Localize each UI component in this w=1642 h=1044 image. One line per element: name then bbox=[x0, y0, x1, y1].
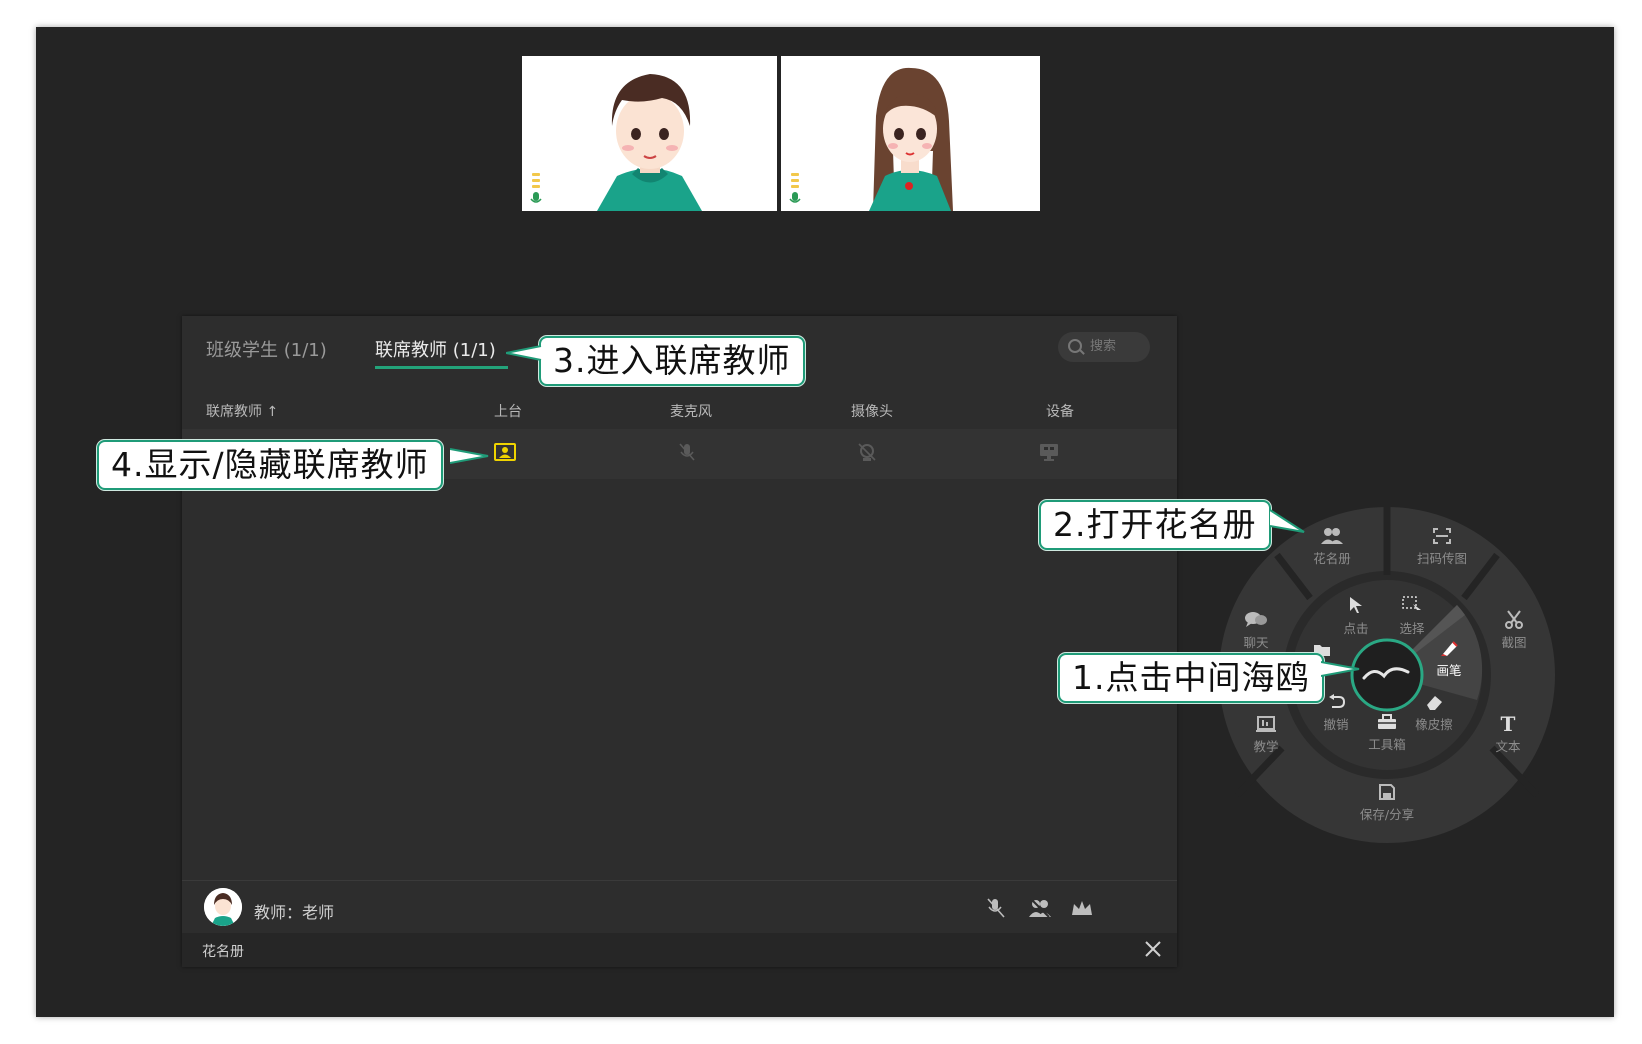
callout-step-2: 2.打开花名册 bbox=[1039, 500, 1271, 550]
column-header-device: 设备 bbox=[1046, 404, 1074, 420]
roster-title: 花名册 bbox=[202, 944, 244, 960]
mic-muted-icon[interactable] bbox=[676, 441, 698, 463]
stage-toggle-icon[interactable] bbox=[494, 441, 516, 463]
teaching-icon[interactable] bbox=[1256, 715, 1276, 733]
text-icon[interactable]: T bbox=[1501, 712, 1516, 736]
classroom-stage: 班级学生 (1/1) 联席教师 (1/1) 搜索 联席教师 ↑ 上台 麦克风 摄… bbox=[36, 27, 1614, 1017]
mute-all-icon[interactable] bbox=[984, 896, 1008, 920]
callout-tail-1 bbox=[1321, 661, 1360, 677]
teacher-name-label: 教师：老师 bbox=[254, 903, 335, 922]
roster-icon[interactable] bbox=[1320, 527, 1344, 545]
wheel-label-teaching[interactable]: 教学 bbox=[1253, 736, 1278, 755]
wheel-label-pen[interactable]: 画笔 bbox=[1436, 660, 1461, 679]
undo-icon[interactable] bbox=[1327, 694, 1345, 710]
wheel-label-eraser[interactable]: 橡皮擦 bbox=[1415, 714, 1453, 733]
chat-icon[interactable] bbox=[1244, 611, 1268, 629]
callout-tail-3 bbox=[506, 345, 542, 361]
tab-co-teachers[interactable]: 联席教师 (1/1) bbox=[375, 336, 496, 362]
wheel-label-toolbox[interactable]: 工具箱 bbox=[1368, 734, 1406, 753]
column-header-microphone: 麦克风 bbox=[670, 404, 712, 420]
active-tab-indicator bbox=[375, 366, 508, 369]
wheel-label-select[interactable]: 选择 bbox=[1399, 618, 1424, 637]
video-tile-teacher[interactable] bbox=[522, 56, 777, 211]
mic-level-indicator bbox=[530, 173, 542, 207]
pen-icon[interactable] bbox=[1439, 638, 1459, 658]
video-tile-assistant[interactable] bbox=[781, 56, 1040, 211]
save-icon[interactable] bbox=[1378, 783, 1396, 801]
camera-off-icon[interactable] bbox=[856, 441, 878, 463]
column-header-stage: 上台 bbox=[494, 404, 522, 420]
callout-tail-2 bbox=[1270, 509, 1305, 533]
callout-step-4: 4.显示/隐藏联席教师 bbox=[97, 440, 443, 490]
eraser-icon[interactable] bbox=[1424, 693, 1444, 711]
search-placeholder: 搜索 bbox=[1090, 339, 1117, 354]
avatar bbox=[204, 888, 242, 926]
mic-icon bbox=[530, 192, 542, 203]
roster-title-bar: 花名册 bbox=[182, 933, 1177, 967]
wheel-label-screenshot[interactable]: 截图 bbox=[1501, 632, 1526, 651]
column-header-camera: 摄像头 bbox=[851, 404, 893, 420]
tab-class-students[interactable]: 班级学生 (1/1) bbox=[206, 336, 327, 362]
wheel-label-undo[interactable]: 撤销 bbox=[1323, 714, 1348, 733]
wheel-label-roster[interactable]: 花名册 bbox=[1313, 548, 1351, 567]
wheel-label-click[interactable]: 点击 bbox=[1343, 618, 1368, 637]
toolbox-icon[interactable] bbox=[1377, 714, 1397, 730]
assistant-avatar-illustration bbox=[781, 56, 1040, 211]
column-header-co-teacher[interactable]: 联席教师 ↑ bbox=[206, 401, 278, 421]
scan-upload-icon[interactable] bbox=[1432, 527, 1452, 545]
users-off-icon[interactable] bbox=[1028, 896, 1052, 920]
reward-icon[interactable] bbox=[1070, 896, 1094, 920]
scissors-icon[interactable] bbox=[1504, 610, 1524, 630]
search-input[interactable]: 搜索 bbox=[1058, 332, 1150, 362]
callout-step-3: 3.进入联席教师 bbox=[539, 336, 805, 386]
mic-icon bbox=[789, 192, 801, 203]
wheel-label-save-share[interactable]: 保存/分享 bbox=[1360, 804, 1414, 823]
roster-panel: 班级学生 (1/1) 联席教师 (1/1) 搜索 联席教师 ↑ 上台 麦克风 摄… bbox=[182, 316, 1177, 967]
search-icon bbox=[1068, 339, 1082, 353]
mic-level-indicator bbox=[789, 173, 801, 207]
wheel-label-text[interactable]: 文本 bbox=[1495, 736, 1520, 755]
close-icon[interactable] bbox=[1143, 939, 1163, 959]
callout-tail-4 bbox=[450, 448, 489, 464]
callout-step-1: 1.点击中间海鸥 bbox=[1058, 653, 1324, 703]
device-icon[interactable] bbox=[1038, 441, 1060, 463]
footer-divider bbox=[182, 880, 1177, 881]
wheel-label-scan-upload[interactable]: 扫码传图 bbox=[1417, 548, 1467, 567]
teacher-avatar-illustration bbox=[522, 56, 777, 211]
wheel-label-chat[interactable]: 聊天 bbox=[1243, 632, 1268, 651]
pointer-icon[interactable] bbox=[1348, 596, 1364, 614]
select-icon[interactable] bbox=[1402, 596, 1422, 614]
